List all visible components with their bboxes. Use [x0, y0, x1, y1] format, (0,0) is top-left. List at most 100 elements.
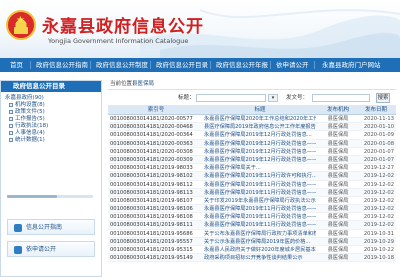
table-row[interactable]: 001008003014181/2019-95686 关于公布永嘉县医疗保障局行政… [108, 230, 396, 238]
row-title-link[interactable]: 政府采购项目招标公开竞争性谈判结果公示 [204, 254, 316, 262]
row-date: 2020-01-07 [363, 156, 394, 163]
table-row[interactable]: 001008003014181/2020-00308 永嘉县医疗保障局2019年1… [108, 148, 396, 156]
table-row[interactable]: 001008003014181/2019-98106 永嘉县医疗保障局2019年1… [108, 205, 396, 214]
nav-item-apply[interactable]: 依申请公开 [276, 58, 309, 72]
table-row[interactable]: 001008003014181/2019-95315 永嘉县人民政府关于做好202… [108, 246, 396, 255]
nav-item-annual-report[interactable]: 政府信息公开年报 [216, 58, 268, 72]
row-index: 001008003014181/2019-98113 [110, 189, 193, 196]
table-row[interactable]: 001008003014181/2019-98112 永嘉县医疗保障局2019年1… [108, 181, 396, 189]
table-header: 索引号 标题 发布机构 发布日期 [108, 105, 396, 115]
nav-item-portal[interactable]: 永嘉县政府门户网站 [322, 58, 381, 72]
folder-icon [9, 123, 13, 128]
row-index: 001008003014181/2019-98111 [110, 222, 193, 229]
table-row[interactable]: 001008003014181/2019-95149 政府采购项目招标公开竞争性谈… [108, 254, 396, 263]
row-title-link[interactable]: 永嘉县医疗保障局2019年11月行政处罚信息——本... [204, 181, 316, 189]
title-filter-dropdown[interactable]: ▾ [268, 94, 278, 102]
table-row[interactable]: 001008003014181/2020-00468 县医疗保障局2019年政府信… [108, 123, 396, 132]
nav-divider [270, 61, 271, 69]
row-title-link[interactable]: 永嘉县医疗保障局2019年11月行政处罚信息——本... [204, 189, 316, 197]
column-header-org: 发布机构 [326, 107, 349, 113]
row-title-link[interactable]: 永嘉县医疗保障局2019年11月行政处罚信息——本... [204, 205, 316, 213]
row-title-link[interactable]: 永嘉县医疗保障局2019年11月行政处罚信息——本... [204, 213, 316, 221]
tree-item-label: 行政执法(18) [15, 123, 49, 129]
nav-item-home[interactable]: 首页 [10, 58, 23, 72]
folder-icon [9, 109, 13, 114]
table-row[interactable]: 001008003014181/2020-00577 永嘉县医疗保障局2020年工… [108, 115, 396, 124]
row-org: 县医保局 [327, 214, 349, 221]
nav-item-guide[interactable]: 政府信息公开指南 [36, 58, 88, 72]
row-index: 001008003014181/2019-95557 [110, 238, 193, 245]
main-nav: 首页 政府信息公开指南 政府信息公开制度 政府信息公开目录 政府信息公开年报 依… [0, 58, 400, 72]
row-title-link[interactable]: 永嘉县医疗保障局2019年12月行政处罚信息——本... [204, 148, 316, 156]
row-org: 县医保局 [327, 197, 349, 204]
guide-icon [14, 224, 22, 232]
table-row[interactable]: 001008003014181/2019-95557 关于公示永嘉县医疗保障局20… [108, 237, 396, 246]
tree-item-label: 工作报告(5) [15, 116, 45, 122]
row-org: 县医保局 [327, 116, 349, 122]
breadcrumb-link[interactable]: 县医保局 [132, 80, 154, 89]
table-row[interactable]: 001008003014181/2020-00309 永嘉县医疗保障局2019年1… [108, 155, 396, 165]
row-index: 001008003014181/2020-00577 [110, 116, 193, 122]
column-header-index: 索引号 [147, 107, 165, 113]
nav-item-policy[interactable]: 政府信息公开制度 [96, 58, 148, 72]
row-index: 001008003014181/2019-98107 [110, 197, 193, 204]
row-date: 2020-01-10 [363, 124, 394, 131]
row-title-link[interactable]: 永嘉县医疗保障局2019年11月行政处罚信息——本... [204, 221, 316, 229]
row-title-link[interactable]: 永嘉县医疗保障局关于... [204, 164, 316, 172]
row-title-link[interactable]: 关于公示永嘉县医疗保障局2019年医药价格... [204, 238, 316, 246]
table-row[interactable]: 001008003014181/2019-98113 永嘉县医疗保障局2019年1… [108, 188, 396, 197]
tree-root[interactable]: 永嘉县政府(90) [5, 95, 101, 102]
row-date: 2019-12-02 [363, 214, 394, 221]
docno-filter-input[interactable] [312, 94, 370, 102]
guide-button-label: 信息公开指南 [26, 224, 63, 231]
row-date: 2019-12-02 [363, 181, 394, 188]
row-date: 2019-10-29 [363, 238, 394, 245]
table-row[interactable]: 001008003014181/2020-00363 永嘉县医疗保障局2019年1… [108, 139, 396, 148]
docno-filter-label: 发文号： [286, 95, 309, 101]
row-org: 县医保局 [327, 132, 349, 139]
row-index: 001008003014181/2020-00309 [110, 156, 193, 163]
guide-button[interactable]: 信息公开指南 [7, 219, 95, 235]
tree-item-label: 人事信息(4) [15, 130, 45, 136]
tree-item[interactable]: 机构设置(8) [5, 102, 101, 109]
table-row[interactable]: 001008003014181/2019-98108 永嘉县医疗保障局2019年1… [108, 213, 396, 222]
row-title-link[interactable]: 永嘉县人民政府关于做好2020年度城乡居民基本医疗... [204, 246, 316, 254]
search-filters: 标题： ▾ 发文号： 搜索 [108, 93, 396, 103]
row-title-link[interactable]: 永嘉县医疗保障局2019年12月行政处罚信息... [204, 131, 316, 139]
apply-button[interactable]: 依申请公开 [7, 241, 95, 257]
search-button[interactable]: 搜索 [376, 93, 390, 103]
title-filter-input[interactable] [196, 94, 266, 102]
tree-item[interactable]: 政策文件(5) [5, 109, 101, 116]
row-date: 2019-10-22 [363, 247, 394, 253]
table-row[interactable]: 001008003014181/2019-98111 永嘉县医疗保障局2019年1… [108, 221, 396, 230]
row-title-link[interactable]: 永嘉县医疗保障局2019年12月行政处罚信息——本... [204, 140, 316, 148]
row-title-link[interactable]: 关于印发2019年永嘉县医疗保障局行政执法公示... [204, 197, 316, 205]
tree-item[interactable]: 统计数据(1) [5, 137, 101, 144]
row-org: 县医保局 [327, 189, 349, 196]
row-title-link[interactable]: 关于公布永嘉县医疗保障局行政权力事项清单和权力... [204, 230, 316, 238]
row-title-link[interactable]: 永嘉县医疗保障局2020年工作总结和2020年工作... [204, 115, 316, 123]
site-title: 永嘉县政府信息公开 [42, 17, 204, 37]
scrollbar-thumb[interactable] [7, 195, 57, 198]
tree-item[interactable]: 工作报告(5) [5, 116, 101, 123]
row-org: 县医保局 [327, 222, 349, 229]
sidebar-title: 政府信息公开目录 [1, 81, 101, 92]
table-row[interactable]: 001008003014181/2019-98033 永嘉县医疗保障局关于... 县… [108, 164, 396, 173]
tree-item[interactable]: 人事信息(4) [5, 130, 101, 137]
row-index: 001008003014181/2019-98033 [110, 165, 193, 172]
row-date: 2019-10-31 [363, 230, 394, 237]
table-row[interactable]: 001008003014181/2019-98107 关于印发2019年永嘉县医疗… [108, 197, 396, 206]
table-row[interactable]: 001008003014181/2019-98102 永嘉县医疗保障局2019年1… [108, 172, 396, 181]
tree-item[interactable]: 行政执法(18) [5, 123, 101, 130]
row-index: 001008003014181/2019-95149 [110, 255, 193, 262]
sidebar-scrollbar[interactable] [7, 195, 93, 198]
table-row[interactable]: 001008003014181/2020-00364 永嘉县医疗保障局2019年1… [108, 131, 396, 140]
row-title-link[interactable]: 永嘉县医疗保障局2019年11月行政许可和执行... [204, 172, 316, 180]
nav-divider [90, 61, 91, 69]
apply-button-label: 依申请公开 [26, 246, 57, 253]
row-title-link[interactable]: 县医疗保障局2019年政府信息公开工作年度报告 [204, 123, 316, 131]
row-index: 001008003014181/2019-98108 [110, 214, 193, 221]
row-org: 县医保局 [327, 206, 349, 213]
nav-item-catalogue[interactable]: 政府信息公开目录 [156, 58, 208, 72]
row-title-link[interactable]: 永嘉县医疗保障局2019年12月行政处罚信息——本... [204, 156, 316, 164]
